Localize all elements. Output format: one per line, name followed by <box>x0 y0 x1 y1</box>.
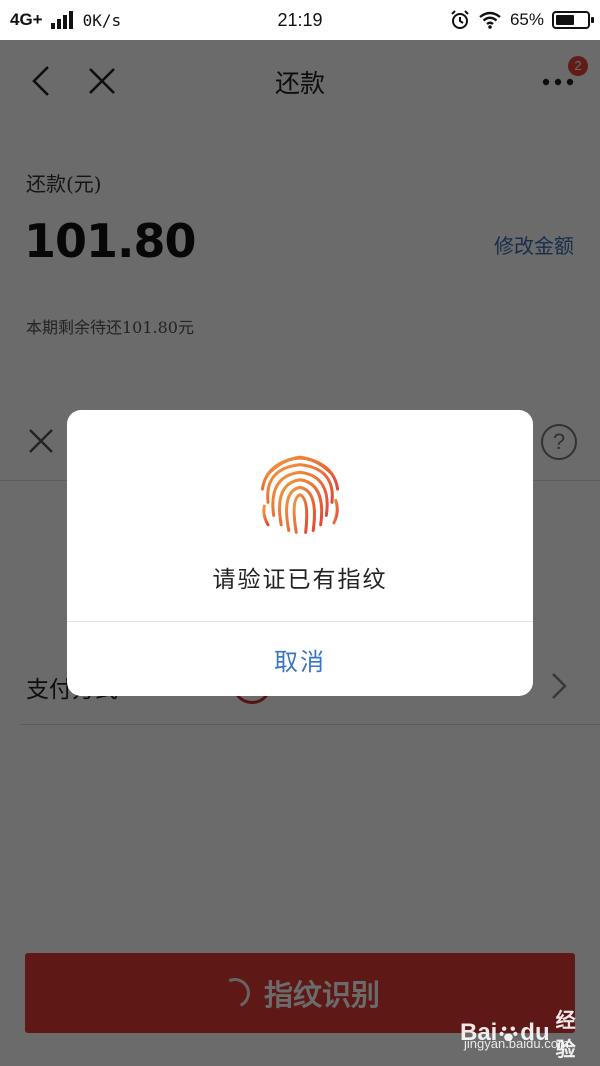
back-arrow-icon[interactable] <box>26 64 56 98</box>
battery-icon <box>552 11 594 29</box>
wifi-icon <box>479 11 501 29</box>
confirm-button-label: 指纹识别 <box>263 978 380 1012</box>
edit-amount-link[interactable]: 修改金额 <box>494 230 574 259</box>
loading-spinner-icon <box>215 973 255 1013</box>
battery-level-fill <box>556 15 575 25</box>
nav-bar: 还款 <box>0 40 600 122</box>
chevron-right-icon <box>552 673 567 699</box>
repayment-label: 还款(元) <box>26 172 102 196</box>
battery-percent: 65% <box>509 10 544 29</box>
cancel-button[interactable]: 取消 <box>67 622 533 696</box>
status-right: 65% <box>450 10 594 30</box>
signal-icon <box>50 11 73 29</box>
repayment-section: 还款(元) 101.80 修改金额 本期剩余待还101.80元 <box>0 122 600 402</box>
status-bar: 4G+ 0K/s 21:19 65% <box>0 0 600 40</box>
alarm-icon <box>451 10 469 29</box>
remaining-balance-note: 本期剩余待还101.80元 <box>26 318 194 337</box>
fingerprint-confirm-button[interactable]: 指纹识别 <box>25 953 575 1033</box>
close-icon[interactable] <box>86 64 118 98</box>
dialog-message: 请验证已有指纹 <box>212 567 388 593</box>
help-icon[interactable]: ? <box>541 424 577 460</box>
payment-divider <box>20 724 600 725</box>
status-left: 4G+ 0K/s <box>10 10 121 30</box>
fingerprint-dialog: 请验证已有指纹 取消 <box>67 410 533 696</box>
repayment-amount: 101.80 <box>24 214 197 268</box>
fingerprint-icon <box>260 455 340 534</box>
network-type: 4G+ <box>10 10 43 29</box>
notification-badge: 2 <box>568 56 588 76</box>
sheet-close-icon[interactable] <box>28 428 54 454</box>
network-speed: 0K/s <box>82 10 122 30</box>
